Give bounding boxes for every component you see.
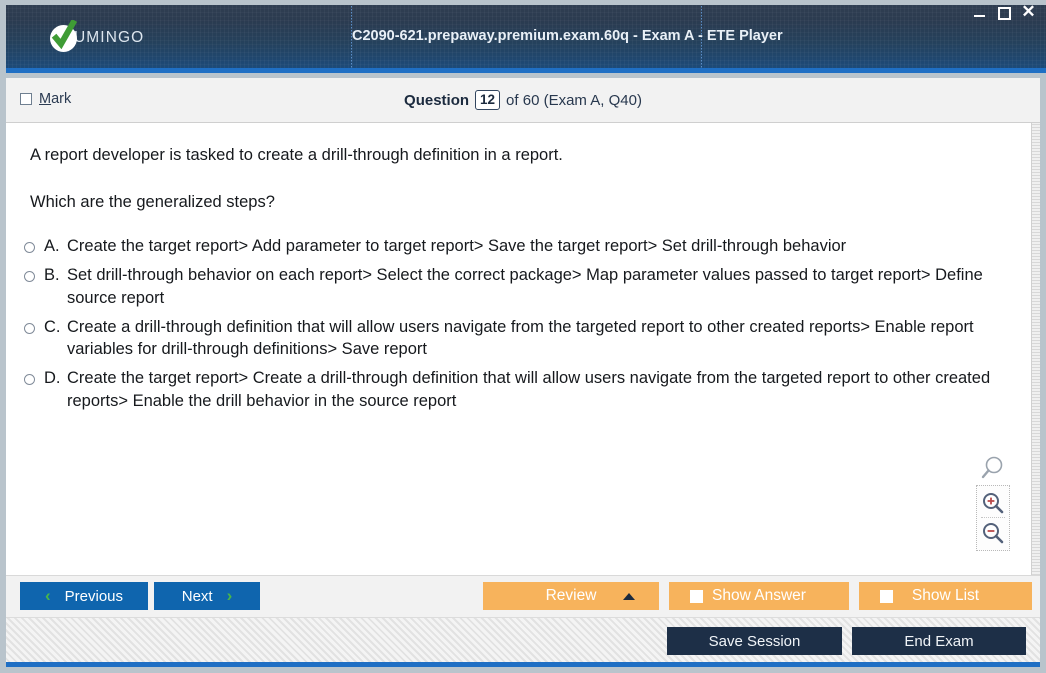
option-text-a: Create the target report> Add parameter … (67, 237, 847, 256)
window-right-edge (1040, 73, 1046, 673)
check-circle-icon (50, 19, 78, 52)
close-icon[interactable]: ✕ (1021, 3, 1036, 20)
option-letter-c: C. (44, 317, 61, 336)
window-left-edge (0, 0, 6, 73)
title-bar: UMINGO C2090-621.prepaway.premium.exam.6… (0, 0, 1046, 73)
option-text-c: Create a drill-through definition that w… (67, 317, 974, 359)
show-answer-button-label: Show Answer (712, 587, 806, 604)
end-exam-button[interactable]: End Exam (852, 627, 1026, 655)
chevron-up-icon (623, 592, 635, 600)
option-letter-b: B. (44, 265, 60, 284)
previous-button[interactable]: ‹ Previous (20, 582, 148, 610)
zoom-tool-group (976, 455, 1012, 551)
chevron-right-icon: › (226, 586, 233, 605)
maximize-icon[interactable] (997, 5, 1011, 20)
previous-button-label: Previous (64, 587, 124, 605)
minimize-icon[interactable] (973, 5, 987, 19)
radio-icon-c[interactable] (24, 322, 35, 334)
option-letter-a: A. (44, 237, 60, 256)
show-list-button-label: Show List (911, 587, 980, 604)
question-number-input[interactable]: 12 (475, 90, 501, 110)
answer-option-b[interactable]: B. Set drill-through behavior on each re… (24, 264, 1014, 310)
question-content-area: A report developer is tasked to create a… (6, 123, 1040, 575)
status-bar: Save Session End Exam (6, 617, 1040, 667)
option-text-d: Create the target report> Create a drill… (67, 369, 991, 410)
window-controls: ✕ (973, 3, 1036, 20)
window-top-edge (0, 0, 1046, 5)
question-header-bar: Mark Question 12 of 60 (Exam A, Q40) (6, 78, 1040, 123)
magnifier-icon[interactable] (979, 455, 1009, 481)
radio-icon-b[interactable] (24, 270, 35, 282)
ete-player-window: UMINGO C2090-621.prepaway.premium.exam.6… (0, 0, 1046, 673)
answer-option-c[interactable]: C. Create a drill-through definition tha… (24, 316, 1014, 362)
chevron-left-icon: ‹ (44, 586, 51, 605)
show-answer-checkbox-icon[interactable] (690, 589, 703, 603)
question-word: Question (404, 91, 470, 109)
zoom-buttons (976, 485, 1010, 551)
question-counter: Question 12 of 60 (Exam A, Q40) (6, 90, 1040, 110)
zoom-in-icon[interactable] (977, 489, 1009, 517)
option-text-b: Set drill-through behavior on each repor… (67, 265, 983, 307)
question-total-label: of 60 (Exam A, Q40) (506, 91, 642, 109)
next-button-label: Next (181, 587, 213, 605)
question-prompt: Which are the generalized steps? (30, 193, 275, 212)
radio-icon-d[interactable] (24, 374, 35, 386)
zoom-out-icon[interactable] (977, 519, 1009, 547)
answer-option-d[interactable]: D. Create the target report> Create a dr… (24, 367, 1014, 413)
option-letter-d: D. (44, 369, 61, 388)
title-bar-accent-line (0, 68, 1046, 73)
navigation-toolbar: ‹ Previous Next › Review Show Answer Sho… (6, 575, 1040, 617)
window-bottom-edge (0, 667, 1046, 673)
save-session-button[interactable]: Save Session (667, 627, 842, 655)
radio-icon-a[interactable] (24, 242, 35, 254)
review-button[interactable]: Review (483, 582, 659, 610)
show-list-button[interactable]: Show List (859, 582, 1032, 610)
show-list-checkbox-icon[interactable] (880, 589, 893, 603)
show-answer-button[interactable]: Show Answer (669, 582, 849, 610)
next-button[interactable]: Next › (154, 582, 260, 610)
brand-name: UMINGO (74, 29, 145, 46)
answer-option-a[interactable]: A. Create the target report> Add paramet… (24, 235, 1014, 258)
window-title: C2090-621.prepaway.premium.exam.60q - Ex… (352, 28, 783, 44)
app-logo: UMINGO (50, 19, 145, 52)
answer-options-list: A. Create the target report> Add paramet… (24, 235, 1014, 412)
question-stem: A report developer is tasked to create a… (30, 146, 563, 164)
